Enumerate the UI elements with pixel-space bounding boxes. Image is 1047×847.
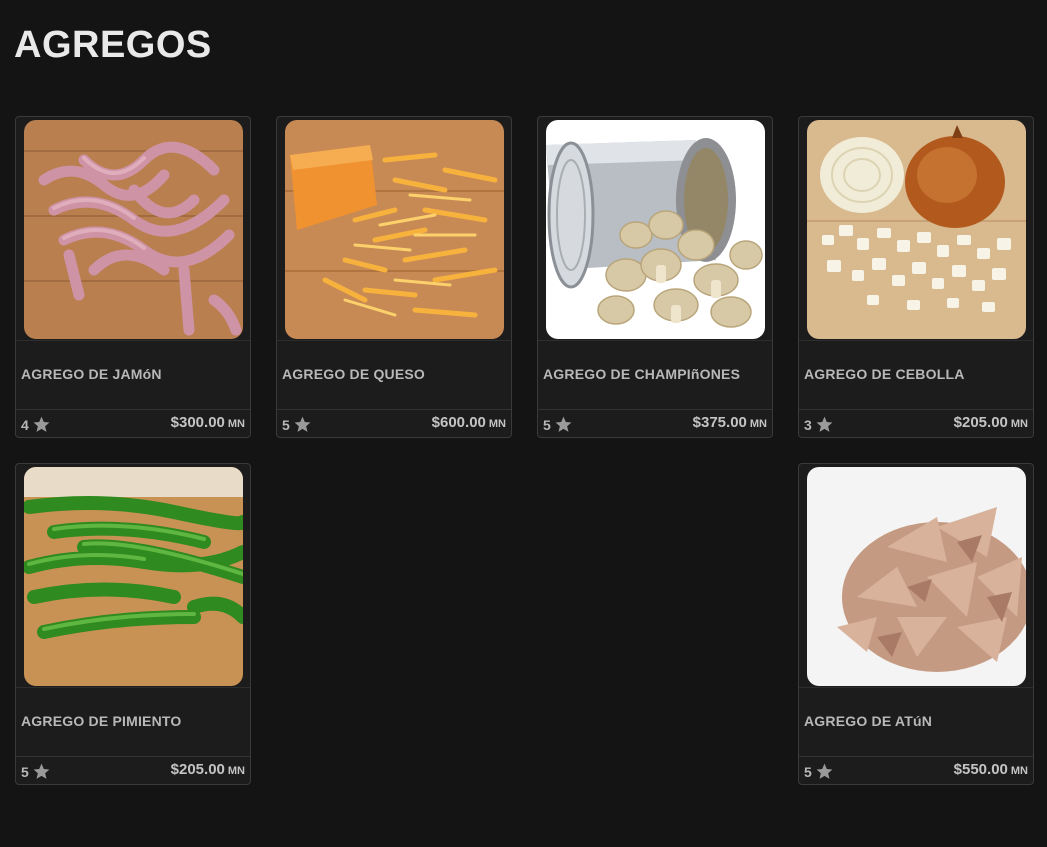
product-name[interactable]: AGREGO DE PIMIENTO [21, 713, 181, 729]
rating-value: 5 [282, 416, 290, 433]
page-title: AGREGOS [14, 24, 212, 66]
card-divider [277, 409, 511, 410]
product-card-pimiento[interactable]: AGREGO DE PIMIENTO 5 $205.00 MN [15, 463, 251, 785]
product-rating: 5 [804, 762, 834, 781]
card-divider [799, 340, 1033, 341]
price-currency: MN [749, 418, 767, 430]
price-value: $205.00 [170, 761, 225, 778]
card-divider [538, 409, 772, 410]
star-icon [33, 763, 50, 779]
product-card-queso[interactable]: AGREGO DE QUESO 5 $600.00 MN [276, 116, 512, 438]
star-icon [33, 416, 50, 432]
pepper-image [24, 467, 243, 686]
product-card-jamon[interactable]: AGREGO DE JAMóN 4 $300.00 MN [15, 116, 251, 438]
star-icon [294, 416, 311, 432]
price-value: $600.00 [431, 414, 486, 431]
price-value: $375.00 [692, 414, 747, 431]
card-divider [16, 340, 250, 341]
price-currency: MN [227, 765, 245, 777]
product-name[interactable]: AGREGO DE JAMóN [21, 366, 162, 382]
rating-value: 3 [804, 416, 812, 433]
star-icon [816, 763, 833, 779]
product-price: $205.00 MN [171, 761, 245, 779]
product-card-atun[interactable]: AGREGO DE ATúN 5 $550.00 MN [798, 463, 1034, 785]
product-price: $205.00 MN [954, 414, 1028, 432]
card-divider [16, 687, 250, 688]
card-divider [16, 756, 250, 757]
product-image-onion[interactable] [807, 120, 1026, 339]
rating-value: 4 [21, 416, 29, 433]
price-currency: MN [227, 418, 245, 430]
onion-image [807, 120, 1026, 339]
price-currency: MN [488, 418, 506, 430]
card-divider [799, 409, 1033, 410]
card-divider [538, 340, 772, 341]
product-image-pepper[interactable] [24, 467, 243, 686]
product-rating: 5 [21, 762, 51, 781]
page: AGREGOS AGREGO DE JAMóN 4 $300.00 MN AGR… [0, 0, 1047, 847]
product-image-tuna[interactable] [807, 467, 1026, 686]
product-rating: 5 [543, 415, 573, 434]
star-icon [816, 416, 833, 432]
tuna-image [807, 467, 1026, 686]
price-value: $550.00 [953, 761, 1008, 778]
product-price: $600.00 MN [432, 414, 506, 432]
product-card-cebolla[interactable]: AGREGO DE CEBOLLA 3 $205.00 MN [798, 116, 1034, 438]
price-currency: MN [1010, 765, 1028, 777]
ham-image [24, 120, 243, 339]
mushrooms-image [546, 120, 765, 339]
rating-value: 5 [543, 416, 551, 433]
price-value: $300.00 [170, 414, 225, 431]
rating-value: 5 [21, 763, 29, 780]
product-rating: 5 [282, 415, 312, 434]
card-divider [799, 756, 1033, 757]
product-image-mushrooms[interactable] [546, 120, 765, 339]
product-price: $300.00 MN [171, 414, 245, 432]
card-divider [799, 687, 1033, 688]
price-value: $205.00 [953, 414, 1008, 431]
product-rating: 3 [804, 415, 834, 434]
product-name[interactable]: AGREGO DE QUESO [282, 366, 425, 382]
product-name[interactable]: AGREGO DE CHAMPIñONES [543, 366, 740, 382]
product-name[interactable]: AGREGO DE ATúN [804, 713, 932, 729]
product-rating: 4 [21, 415, 51, 434]
price-currency: MN [1010, 418, 1028, 430]
product-name[interactable]: AGREGO DE CEBOLLA [804, 366, 965, 382]
card-divider [277, 340, 511, 341]
product-price: $375.00 MN [693, 414, 767, 432]
product-price: $550.00 MN [954, 761, 1028, 779]
cheese-image [285, 120, 504, 339]
product-card-champinones[interactable]: AGREGO DE CHAMPIñONES 5 $375.00 MN [537, 116, 773, 438]
product-image-ham[interactable] [24, 120, 243, 339]
star-icon [555, 416, 572, 432]
rating-value: 5 [804, 763, 812, 780]
product-image-cheese[interactable] [285, 120, 504, 339]
card-divider [16, 409, 250, 410]
